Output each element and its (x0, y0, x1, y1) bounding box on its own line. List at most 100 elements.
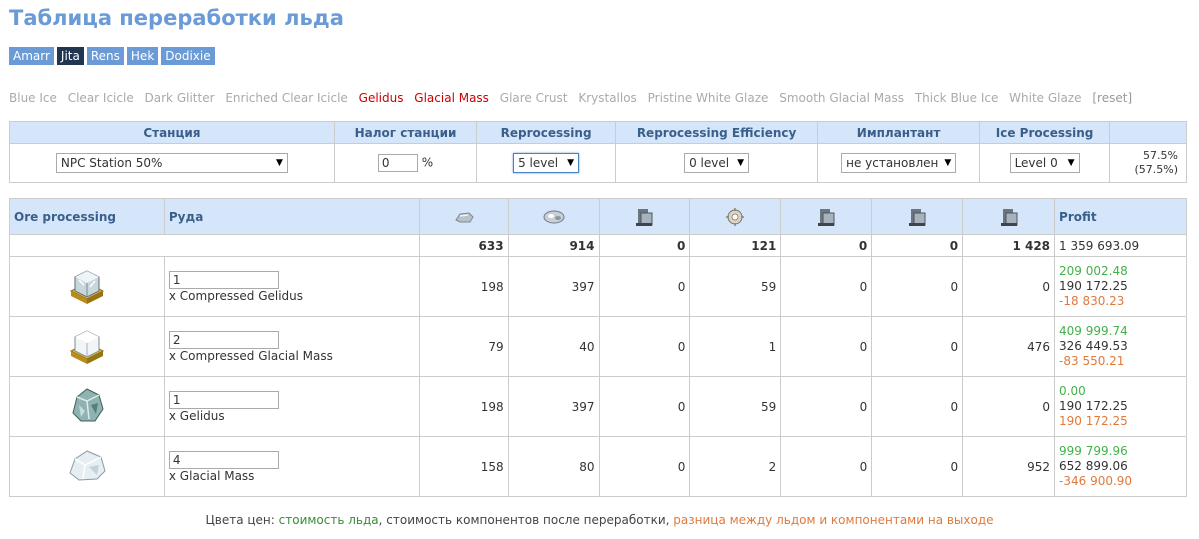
hydrogen-isotopes-column (780, 198, 873, 235)
ore-image-cell (9, 436, 165, 497)
hub-dodixie[interactable]: Dodixie (161, 47, 215, 65)
helium-isotopes-column (598, 198, 691, 235)
yield-value: 57.5% (1143, 149, 1178, 162)
ore-header: Руда (163, 198, 420, 235)
table-row: 1 x Compressed Gelidus 198 397 0 59 0 0 … (9, 256, 1187, 317)
filter-clear-icicle[interactable]: Clear Icicle (68, 91, 134, 105)
filter-gelidus[interactable]: Gelidus (359, 91, 404, 105)
price-difference: -346 900.90 (1059, 474, 1133, 488)
settings-table: Станция Налог станции Reprocessing Repro… (9, 121, 1187, 183)
components-price: 190 172.25 (1059, 399, 1128, 413)
hub-jita[interactable]: Jita (56, 47, 84, 65)
ore-cell: 1 x Compressed Gelidus (163, 256, 420, 317)
mineral-value: 198 (418, 376, 509, 437)
filter-reset-link[interactable]: [reset] (1092, 91, 1132, 105)
filter-thick-blue-ice[interactable]: Thick Blue Ice (915, 91, 999, 105)
mineral-value: 397 (507, 376, 600, 437)
trade-hub-selector: Amarr Jita Rens Hek Dodixie (9, 47, 215, 65)
filter-glare-crust[interactable]: Glare Crust (500, 91, 568, 105)
strontium-clathrates-icon (726, 207, 745, 226)
mineral-value: 0 (962, 256, 1056, 317)
ice-price: 999 799.96 (1059, 444, 1128, 458)
total-profit: 1 359 693.09 (1054, 234, 1187, 257)
mineral-value: 0 (780, 376, 873, 437)
heavy-water-column (418, 198, 509, 235)
implant-select[interactable]: не установлен ▼ (841, 153, 957, 173)
mineral-value: 158 (418, 436, 509, 497)
nitrogen-isotopes-column (871, 198, 964, 235)
total-oxygen-isotopes: 1 428 (962, 234, 1056, 257)
legend-difference: разница между льдом и компонентами на вы… (673, 513, 994, 527)
ice-price: 209 002.48 (1059, 264, 1128, 278)
hydrogen-isotopes-icon (818, 208, 835, 226)
mineral-value: 476 (962, 316, 1056, 377)
chevron-down-icon: ▼ (737, 158, 745, 168)
components-price: 190 172.25 (1059, 279, 1128, 293)
filter-white-glaze[interactable]: White Glaze (1009, 91, 1081, 105)
hub-rens[interactable]: Rens (86, 47, 124, 65)
station-select[interactable]: NPC Station 50% ▼ (55, 153, 288, 173)
reprocessing-select[interactable]: 5 level ▼ (513, 153, 580, 173)
tax-unit: % (421, 155, 434, 170)
total-strontium-clathrates: 121 (689, 234, 782, 257)
helium-isotopes-icon (636, 208, 653, 226)
ice-processing-header: Ice Processing (979, 121, 1111, 144)
filter-enriched-clear-icicle[interactable]: Enriched Clear Icicle (225, 91, 347, 105)
price-difference: -18 830.23 (1059, 294, 1125, 308)
tax-header: Налог станции (333, 121, 478, 144)
total-liquid-ozone: 914 (507, 234, 600, 257)
mineral-value: 0 (780, 256, 873, 317)
quantity-input[interactable]: 1 (168, 390, 279, 409)
mineral-value: 0 (780, 436, 873, 497)
mineral-value: 59 (689, 256, 782, 317)
ice-processing-select[interactable]: Level 0 ▼ (1009, 153, 1080, 173)
ore-image-cell (9, 256, 165, 317)
ore-image-cell (9, 316, 165, 377)
total-hydrogen-isotopes: 0 (780, 234, 873, 257)
efficiency-select[interactable]: 0 level ▼ (684, 153, 750, 173)
efficiency-select-value: 0 level (689, 156, 730, 170)
ore-name: x Gelidus (168, 408, 225, 423)
glacial-mass-icon (69, 450, 106, 481)
table-row: 1 x Gelidus 198 397 0 59 0 0 0 0.00 190 … (9, 376, 1187, 437)
quantity-input[interactable]: 4 (168, 450, 279, 469)
profit-header: Profit (1054, 198, 1187, 235)
ore-name: x Compressed Gelidus (168, 288, 304, 303)
mineral-value: 0 (871, 256, 964, 317)
filter-krystallos[interactable]: Krystallos (578, 91, 636, 105)
hub-hek[interactable]: Hek (126, 47, 159, 65)
mineral-value: 0 (598, 376, 691, 437)
totals-label-cell (9, 234, 420, 257)
legend-prefix: Цвета цен: (205, 513, 279, 527)
filter-smooth-glacial-mass[interactable]: Smooth Glacial Mass (779, 91, 904, 105)
hub-amarr[interactable]: Amarr (9, 47, 54, 65)
mineral-value: 59 (689, 376, 782, 437)
compressed-gelidus-icon (69, 270, 105, 304)
chevron-down-icon: ▼ (944, 158, 952, 168)
components-price: 652 899.06 (1059, 459, 1128, 473)
filter-blue-ice[interactable]: Blue Ice (9, 91, 57, 105)
total-helium-isotopes: 0 (598, 234, 691, 257)
mineral-value: 2 (689, 436, 782, 497)
mineral-value: 397 (507, 256, 600, 317)
station-tax-input[interactable]: 0 (377, 154, 418, 172)
oxygen-isotopes-icon (1000, 208, 1018, 226)
filter-pristine-white-glaze[interactable]: Pristine White Glaze (648, 91, 769, 105)
ore-table: Ore processing Руда Profit 633 914 0 121… (9, 198, 1187, 497)
implant-header: Имплантант (817, 121, 981, 144)
filter-glacial-mass[interactable]: Glacial Mass (414, 91, 489, 105)
reprocessing-select-value: 5 level (518, 156, 559, 170)
ice-type-filter: Blue Ice Clear Icicle Dark Glitter Enric… (9, 91, 1139, 105)
legend-components-cost: стоимость компонентов после переработки (386, 513, 666, 527)
filter-dark-glitter[interactable]: Dark Glitter (145, 91, 215, 105)
mineral-value: 79 (418, 316, 509, 377)
ore-cell: 4 x Glacial Mass (163, 436, 420, 497)
nitrogen-isotopes-icon (909, 208, 926, 226)
quantity-input[interactable]: 2 (168, 330, 279, 349)
compressed-glacial-mass-icon (69, 330, 105, 364)
profit-cell: 999 799.96 652 899.06 -346 900.90 (1054, 436, 1187, 497)
oxygen-isotopes-column (962, 198, 1056, 235)
table-row: 4 x Glacial Mass 158 80 0 2 0 0 952 999 … (9, 436, 1187, 497)
mineral-value: 40 (507, 316, 600, 377)
quantity-input[interactable]: 1 (168, 270, 279, 289)
